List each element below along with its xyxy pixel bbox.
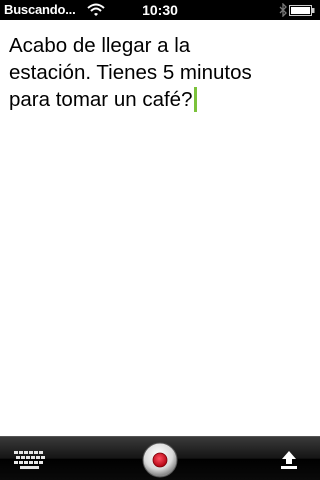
screen: Buscando... 10:30 Acabo de llegar a la e… (0, 0, 320, 480)
record-icon[interactable] (142, 442, 178, 478)
status-bar: Buscando... 10:30 (0, 0, 320, 20)
keyboard-icon[interactable] (14, 451, 46, 469)
dictation-text-body: Acabo de llegar a la estación. Tienes 5 … (9, 34, 252, 111)
clock: 10:30 (142, 2, 178, 18)
text-caret (194, 87, 198, 112)
bottom-toolbar (0, 436, 320, 480)
dictation-text-area[interactable]: Acabo de llegar a la estación. Tienes 5 … (0, 20, 320, 436)
dictation-text[interactable]: Acabo de llegar a la estación. Tienes 5 … (9, 32, 313, 113)
battery-icon (289, 5, 315, 16)
bluetooth-icon (279, 3, 287, 17)
upload-icon[interactable] (278, 449, 300, 471)
